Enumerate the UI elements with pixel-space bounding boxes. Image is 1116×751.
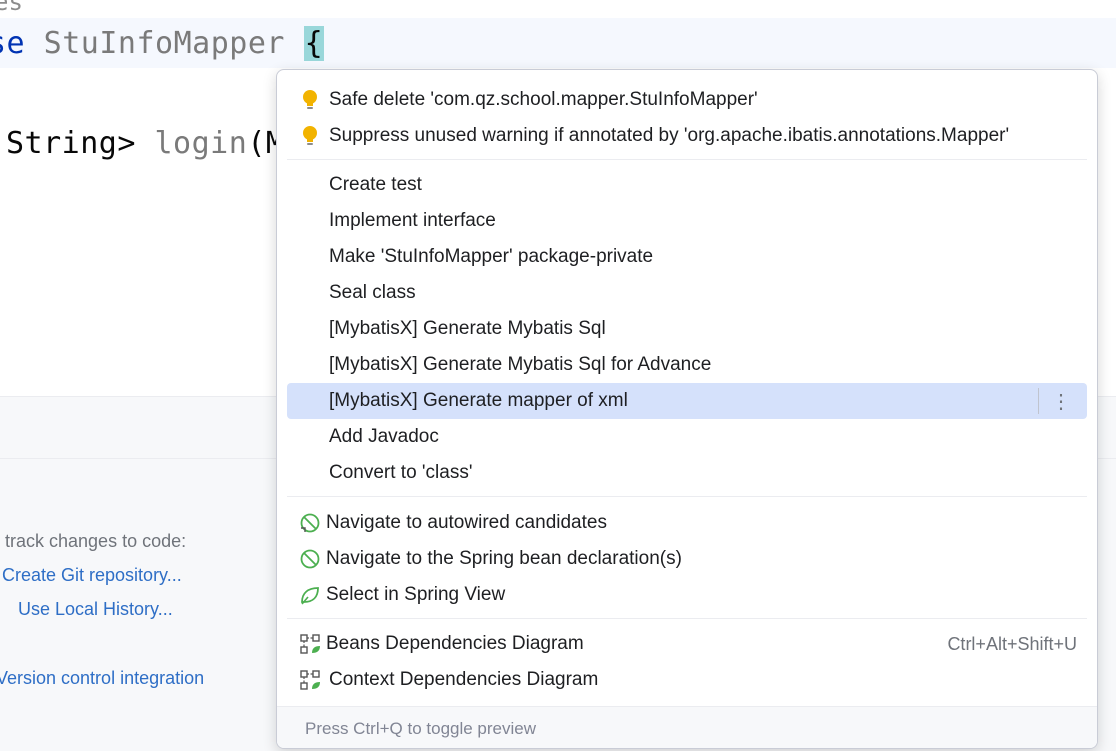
navigate-autowired-item[interactable]: Navigate to autowired candidates bbox=[287, 505, 1087, 541]
top-fragment-text: es bbox=[0, 0, 23, 16]
diagram-icon bbox=[299, 669, 321, 691]
bulb-icon bbox=[299, 89, 321, 111]
create-git-repository-link[interactable]: Create Git repository... bbox=[2, 565, 182, 586]
convert-to-class-label: Convert to 'class' bbox=[329, 462, 473, 483]
add-javadoc-label: Add Javadoc bbox=[329, 426, 439, 447]
implement-interface-item[interactable]: Implement interface bbox=[287, 203, 1087, 239]
navigate-autowired-label: Navigate to autowired candidates bbox=[326, 512, 607, 533]
safe-delete-item[interactable]: Safe delete 'com.qz.school.mapper.StuInf… bbox=[287, 82, 1087, 118]
mybatisx-generate-sql-advance-item[interactable]: [MybatisX] Generate Mybatis Sql for Adva… bbox=[287, 347, 1087, 383]
mybatisx-generate-sql-item[interactable]: [MybatisX] Generate Mybatis Sql bbox=[287, 311, 1087, 347]
code-line-interface-declaration[interactable]: se StuInfoMapper { bbox=[0, 26, 325, 61]
beans-dependencies-diagram-label: Beans Dependencies Diagram bbox=[326, 633, 584, 654]
menu-separator bbox=[287, 159, 1087, 160]
spring-leaf-icon bbox=[299, 584, 321, 606]
create-test-item[interactable]: Create test bbox=[287, 167, 1087, 203]
bulb-icon bbox=[299, 125, 321, 147]
make-package-private-item[interactable]: Make 'StuInfoMapper' package-private bbox=[287, 239, 1087, 275]
diagram-icon bbox=[299, 633, 321, 655]
implement-interface-label: Implement interface bbox=[329, 210, 496, 231]
safe-delete-label: Safe delete 'com.qz.school.mapper.StuInf… bbox=[329, 89, 758, 110]
mybatisx-generate-mapper-xml-label: [MybatisX] Generate mapper of xml bbox=[329, 390, 628, 411]
navigate-spring-bean-label: Navigate to the Spring bean declaration(… bbox=[326, 548, 682, 569]
brace-highlight: { bbox=[303, 26, 325, 61]
vcs-hint-text: o track changes to code: bbox=[0, 531, 187, 551]
spring-autowired-icon bbox=[299, 512, 321, 534]
spring-bean-icon bbox=[299, 548, 321, 570]
return-type-text: String> bbox=[6, 126, 155, 161]
method-name-text: login bbox=[154, 126, 248, 161]
more-options-icon[interactable]: ⋮ bbox=[1047, 387, 1075, 415]
mybatisx-generate-mapper-xml-item[interactable]: [MybatisX] Generate mapper of xml ⋮ bbox=[287, 383, 1087, 419]
class-name-text: StuInfoMapper bbox=[25, 26, 304, 61]
convert-to-class-item[interactable]: Convert to 'class' bbox=[287, 455, 1087, 491]
add-javadoc-item[interactable]: Add Javadoc bbox=[287, 419, 1087, 455]
make-package-private-label: Make 'StuInfoMapper' package-private bbox=[329, 246, 654, 267]
intention-actions-popup: Safe delete 'com.qz.school.mapper.StuInf… bbox=[276, 69, 1098, 749]
menu-separator bbox=[287, 496, 1087, 497]
context-dependencies-diagram-item[interactable]: Context Dependencies Diagram bbox=[287, 662, 1087, 698]
beans-dependencies-diagram-item[interactable]: Beans Dependencies Diagram Ctrl+Alt+Shif… bbox=[287, 626, 1087, 662]
context-dependencies-diagram-label: Context Dependencies Diagram bbox=[329, 669, 599, 690]
keyword-text: se bbox=[0, 26, 26, 61]
version-control-integration-link[interactable]: Version control integration bbox=[0, 668, 204, 689]
suppress-unused-warning-item[interactable]: Suppress unused warning if annotated by … bbox=[287, 118, 1087, 154]
seal-class-item[interactable]: Seal class bbox=[287, 275, 1087, 311]
toggle-preview-hint: Press Ctrl+Q to toggle preview bbox=[305, 719, 537, 738]
mybatisx-generate-sql-label: [MybatisX] Generate Mybatis Sql bbox=[329, 318, 606, 339]
select-in-spring-view-item[interactable]: Select in Spring View bbox=[287, 577, 1087, 613]
popup-footer: Press Ctrl+Q to toggle preview bbox=[277, 706, 1097, 748]
select-in-spring-view-label: Select in Spring View bbox=[326, 584, 506, 605]
use-local-history-link[interactable]: Use Local History... bbox=[18, 599, 173, 620]
suppress-unused-warning-label: Suppress unused warning if annotated by … bbox=[329, 125, 1010, 146]
mybatisx-generate-sql-advance-label: [MybatisX] Generate Mybatis Sql for Adva… bbox=[329, 354, 712, 375]
code-line-login-method[interactable]: String> login(M bbox=[6, 126, 284, 161]
seal-class-label: Seal class bbox=[329, 282, 416, 303]
create-test-label: Create test bbox=[329, 174, 422, 195]
keyboard-shortcut: Ctrl+Alt+Shift+U bbox=[947, 633, 1077, 654]
editor-top-fragment: es bbox=[0, 0, 1116, 18]
menu-separator bbox=[287, 618, 1087, 619]
more-separator bbox=[1038, 388, 1039, 414]
navigate-spring-bean-item[interactable]: Navigate to the Spring bean declaration(… bbox=[287, 541, 1087, 577]
